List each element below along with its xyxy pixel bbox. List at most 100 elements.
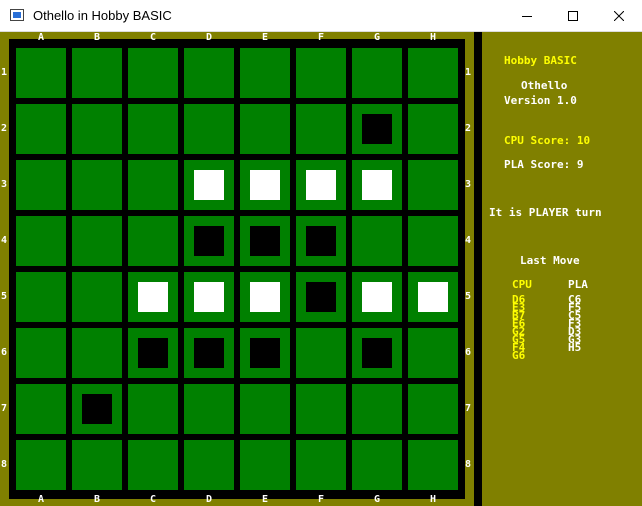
board-cell-E3[interactable] — [240, 160, 290, 210]
board-cell-E6[interactable] — [240, 328, 290, 378]
column-label-top: H — [429, 32, 437, 43]
black-piece — [250, 226, 280, 256]
column-label-bottom: E — [261, 494, 269, 505]
board-cell-C7[interactable] — [128, 384, 178, 434]
board-cell-B5[interactable] — [72, 272, 122, 322]
board-cell-G8[interactable] — [352, 440, 402, 490]
board-cell-C3[interactable] — [128, 160, 178, 210]
board-cell-H4[interactable] — [408, 216, 458, 266]
board-cell-A8[interactable] — [16, 440, 66, 490]
board-cell-A3[interactable] — [16, 160, 66, 210]
board-cell-D7[interactable] — [184, 384, 234, 434]
board-cell-B3[interactable] — [72, 160, 122, 210]
board-cell-F5[interactable] — [296, 272, 346, 322]
app-icon — [10, 9, 24, 21]
white-piece — [306, 170, 336, 200]
row-label-left: 4 — [0, 235, 8, 246]
maximize-button[interactable] — [550, 0, 596, 32]
board-cell-A2[interactable] — [16, 104, 66, 154]
board-cell-C6[interactable] — [128, 328, 178, 378]
board-cell-F7[interactable] — [296, 384, 346, 434]
board-cell-B2[interactable] — [72, 104, 122, 154]
board-cell-B7[interactable] — [72, 384, 122, 434]
row-label-right: 5 — [464, 291, 472, 302]
board-cell-D8[interactable] — [184, 440, 234, 490]
pla-moves-list: C6 F5 C5 F3 D3 G3 H5 — [568, 294, 582, 354]
board-cell-H6[interactable] — [408, 328, 458, 378]
board-cell-E8[interactable] — [240, 440, 290, 490]
board-cell-D4[interactable] — [184, 216, 234, 266]
board-cell-G4[interactable] — [352, 216, 402, 266]
panel-divider — [474, 32, 482, 506]
close-button[interactable] — [596, 0, 642, 32]
board-cell-A6[interactable] — [16, 328, 66, 378]
board-cell-H8[interactable] — [408, 440, 458, 490]
board-cell-D6[interactable] — [184, 328, 234, 378]
board-cell-H7[interactable] — [408, 384, 458, 434]
turn-indicator: It is PLAYER turn — [489, 206, 602, 219]
column-label-top: B — [93, 32, 101, 43]
board-cell-B6[interactable] — [72, 328, 122, 378]
board-cell-G2[interactable] — [352, 104, 402, 154]
board-cell-D5[interactable] — [184, 272, 234, 322]
move-entry: H5 — [568, 341, 582, 354]
cpu-moves-header: CPU — [512, 278, 532, 291]
board-cell-H3[interactable] — [408, 160, 458, 210]
window-title: Othello in Hobby BASIC — [33, 8, 172, 23]
version-label: Version 1.0 — [504, 94, 577, 107]
white-piece — [138, 282, 168, 312]
board-cell-A5[interactable] — [16, 272, 66, 322]
board-cell-H5[interactable] — [408, 272, 458, 322]
board-cell-A4[interactable] — [16, 216, 66, 266]
board-cell-E7[interactable] — [240, 384, 290, 434]
board-cell-D3[interactable] — [184, 160, 234, 210]
row-label-left: 2 — [0, 123, 8, 134]
row-label-right: 4 — [464, 235, 472, 246]
black-piece — [250, 338, 280, 368]
white-piece — [250, 170, 280, 200]
board-cell-G1[interactable] — [352, 48, 402, 98]
board-cell-F1[interactable] — [296, 48, 346, 98]
minimize-button[interactable] — [504, 0, 550, 32]
column-label-top: C — [149, 32, 157, 43]
board-cell-F6[interactable] — [296, 328, 346, 378]
board-cell-H1[interactable] — [408, 48, 458, 98]
row-label-right: 1 — [464, 67, 472, 78]
board-cell-E5[interactable] — [240, 272, 290, 322]
board-cell-F2[interactable] — [296, 104, 346, 154]
board-cell-A7[interactable] — [16, 384, 66, 434]
board-cell-C1[interactable] — [128, 48, 178, 98]
black-piece — [194, 338, 224, 368]
column-label-top: F — [317, 32, 325, 43]
maximize-icon — [568, 11, 578, 21]
board-cell-F8[interactable] — [296, 440, 346, 490]
board-cell-E2[interactable] — [240, 104, 290, 154]
row-label-left: 5 — [0, 291, 8, 302]
row-label-left: 7 — [0, 403, 8, 414]
board-cell-G7[interactable] — [352, 384, 402, 434]
black-piece — [306, 282, 336, 312]
board-cell-C2[interactable] — [128, 104, 178, 154]
board-cell-E1[interactable] — [240, 48, 290, 98]
board-cell-G6[interactable] — [352, 328, 402, 378]
cpu-moves-list: D6 E3 B7 E6 G2 G5 F4 G6 — [512, 294, 525, 361]
row-label-left: 3 — [0, 179, 8, 190]
board-cell-B4[interactable] — [72, 216, 122, 266]
board-cell-G5[interactable] — [352, 272, 402, 322]
board-cell-G3[interactable] — [352, 160, 402, 210]
board-cell-C4[interactable] — [128, 216, 178, 266]
black-piece — [306, 226, 336, 256]
board-cell-B8[interactable] — [72, 440, 122, 490]
board-cell-C5[interactable] — [128, 272, 178, 322]
board-cell-F4[interactable] — [296, 216, 346, 266]
board-cell-B1[interactable] — [72, 48, 122, 98]
board-cell-D2[interactable] — [184, 104, 234, 154]
board-cell-C8[interactable] — [128, 440, 178, 490]
column-label-top: D — [205, 32, 213, 43]
board-cell-A1[interactable] — [16, 48, 66, 98]
app-name: Hobby BASIC — [504, 54, 577, 67]
board-cell-D1[interactable] — [184, 48, 234, 98]
board-cell-H2[interactable] — [408, 104, 458, 154]
board-cell-F3[interactable] — [296, 160, 346, 210]
board-cell-E4[interactable] — [240, 216, 290, 266]
